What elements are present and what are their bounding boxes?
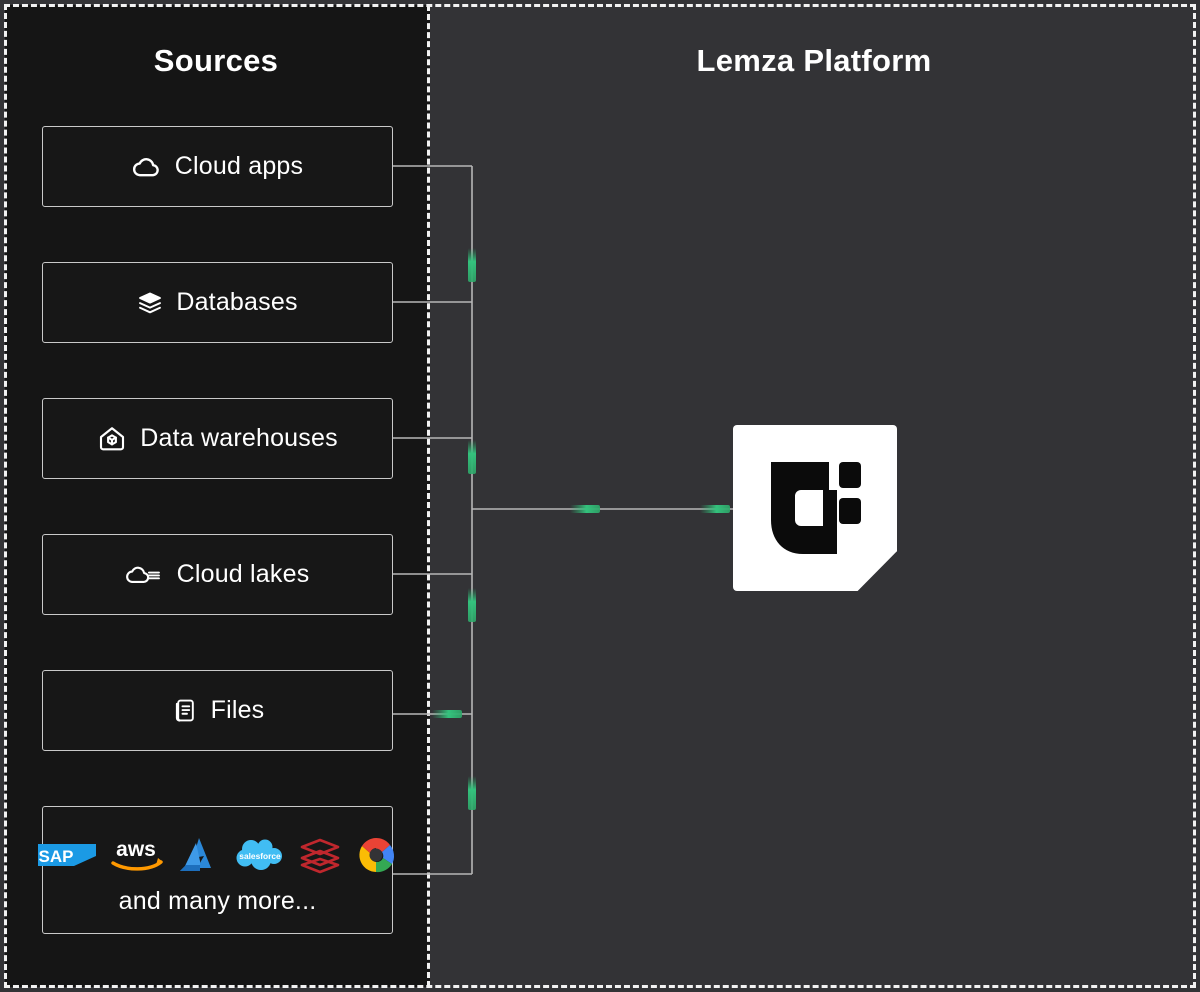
source-label: Files bbox=[210, 696, 265, 724]
file-document-icon bbox=[171, 697, 198, 724]
svg-text:SAP: SAP bbox=[38, 847, 73, 866]
azure-logo bbox=[176, 835, 222, 875]
source-label: Cloud apps bbox=[174, 152, 304, 180]
source-item-databases[interactable]: Databases bbox=[42, 262, 393, 343]
sources-panel-title: Sources bbox=[153, 43, 279, 78]
source-item-cloud-apps[interactable]: Cloud apps bbox=[42, 126, 393, 207]
cloud-icon bbox=[132, 152, 162, 182]
architecture-diagram: Sources Lemza Platform Cloud apps Databa… bbox=[0, 0, 1200, 992]
source-label: Databases bbox=[176, 288, 298, 316]
source-item-vendors[interactable]: SAP aws salesforce and many more... bbox=[37, 806, 394, 934]
lemza-logo-mark bbox=[771, 462, 861, 554]
platform-panel-title: Lemza Platform bbox=[696, 43, 932, 78]
source-item-files[interactable]: Files bbox=[42, 670, 393, 751]
databricks-logo bbox=[298, 835, 342, 875]
warehouse-box-icon bbox=[97, 424, 127, 454]
salesforce-logo: salesforce bbox=[232, 835, 288, 875]
source-item-cloud-lakes[interactable]: Cloud lakes bbox=[42, 534, 393, 615]
lemza-platform-logo[interactable] bbox=[733, 425, 897, 591]
source-item-data-warehouses[interactable]: Data warehouses bbox=[42, 398, 393, 479]
database-layers-icon bbox=[137, 290, 163, 316]
source-label: Cloud lakes bbox=[176, 560, 310, 588]
google-cloud-logo bbox=[352, 834, 400, 876]
svg-text:salesforce: salesforce bbox=[239, 851, 281, 861]
sap-logo: SAP bbox=[36, 838, 98, 872]
svg-text:aws: aws bbox=[116, 838, 156, 861]
aws-logo: aws bbox=[108, 836, 166, 874]
vendors-more-label: and many more... bbox=[118, 886, 317, 915]
vendor-logo-strip: SAP aws salesforce bbox=[36, 829, 400, 881]
cloud-waves-icon bbox=[125, 560, 164, 590]
source-label: Data warehouses bbox=[140, 424, 338, 452]
